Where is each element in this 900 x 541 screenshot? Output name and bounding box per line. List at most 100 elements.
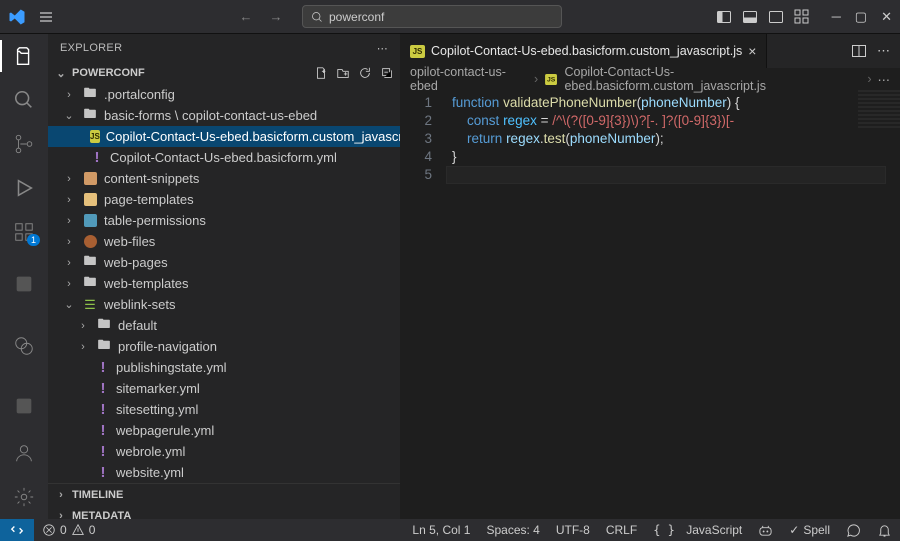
- chevron-right-icon: ›: [54, 489, 68, 501]
- tree-file[interactable]: !webpagerule.yml: [48, 420, 400, 441]
- warning-icon: [71, 523, 85, 537]
- hamburger-menu-icon[interactable]: [38, 9, 54, 25]
- section-label: METADATA: [72, 510, 131, 519]
- yml-file-icon: !: [96, 422, 110, 439]
- status-copilot-icon[interactable]: [750, 523, 781, 538]
- breadcrumb-item[interactable]: Copilot-Contact-Us-ebed.basicform.custom…: [564, 65, 861, 93]
- minimap[interactable]: [858, 90, 900, 130]
- activity-explorer-icon[interactable]: [12, 44, 36, 68]
- activity-settings-gear-icon[interactable]: [12, 485, 36, 509]
- breadcrumb-overflow: ⋯: [878, 72, 891, 87]
- layout-customize-icon[interactable]: [794, 9, 810, 25]
- folder-icon: [82, 234, 98, 250]
- chevron-down-icon: ⌄: [62, 298, 76, 311]
- remote-indicator[interactable]: [0, 519, 34, 541]
- activity-search-icon[interactable]: [12, 88, 36, 112]
- js-file-icon: JS: [410, 45, 425, 58]
- tree-file[interactable]: !Copilot-Contact-Us-ebed.basicform.yml: [48, 147, 400, 168]
- tree-folder[interactable]: ›table-permissions: [48, 210, 400, 231]
- chevron-right-icon: ›: [76, 320, 90, 332]
- tree-file[interactable]: !sitemarker.yml: [48, 378, 400, 399]
- maximize-icon[interactable]: ▢: [855, 9, 867, 25]
- activity-powerplatform-icon[interactable]: [12, 334, 36, 358]
- tree-label: publishingstate.yml: [116, 360, 227, 375]
- activity-generic-square-icon[interactable]: [12, 272, 36, 296]
- folder-icon: ☰: [82, 297, 98, 313]
- new-folder-icon[interactable]: [336, 66, 350, 80]
- explorer-more-icon[interactable]: ⋯: [377, 42, 388, 55]
- collapse-all-icon[interactable]: [380, 66, 394, 80]
- nav-forward-icon[interactable]: →: [264, 9, 288, 24]
- section-timeline[interactable]: ›TIMELINE: [48, 483, 400, 505]
- chevron-right-icon: ›: [62, 194, 76, 206]
- tree-folder[interactable]: ›🖿web-pages: [48, 252, 400, 273]
- error-icon: [42, 523, 56, 537]
- line-numbers: 1 2 3 4 5: [400, 94, 446, 184]
- status-eol[interactable]: CRLF: [598, 523, 645, 538]
- tree-file[interactable]: !sitesetting.yml: [48, 399, 400, 420]
- editor-more-icon[interactable]: ⋯: [877, 43, 890, 59]
- tree-folder[interactable]: ›🖿.portalconfig: [48, 84, 400, 105]
- tree-label: profile-navigation: [118, 339, 217, 354]
- explorer-title: EXPLORER: [60, 42, 122, 54]
- code-editor[interactable]: 1 2 3 4 5 function validatePhoneNumber(p…: [400, 90, 900, 519]
- close-icon[interactable]: ✕: [881, 9, 892, 25]
- minimize-icon[interactable]: ─: [832, 9, 841, 25]
- status-feedback-icon[interactable]: [838, 523, 869, 538]
- tree-label: table-permissions: [104, 213, 206, 228]
- search-text: powerconf: [329, 10, 384, 24]
- tree-folder[interactable]: ›content-snippets: [48, 168, 400, 189]
- tree-folder[interactable]: ⌄☰weblink-sets: [48, 294, 400, 315]
- tree-label: basic-forms \ copilot-contact-us-ebed: [104, 108, 317, 123]
- status-language[interactable]: { } JavaScript: [645, 523, 750, 538]
- status-notifications-icon[interactable]: [869, 523, 900, 538]
- tree-folder[interactable]: ›🖿web-templates: [48, 273, 400, 294]
- tree-folder[interactable]: ›page-templates: [48, 189, 400, 210]
- status-encoding[interactable]: UTF-8: [548, 523, 598, 538]
- tab-close-icon[interactable]: ×: [748, 43, 756, 59]
- editor-tabs: JS Copilot-Contact-Us-ebed.basicform.cus…: [400, 34, 900, 68]
- tree-file[interactable]: !webrole.yml: [48, 441, 400, 462]
- activity-run-debug-icon[interactable]: [12, 176, 36, 200]
- layout-panel-icon[interactable]: [742, 9, 758, 25]
- extensions-badge: 1: [27, 234, 40, 246]
- nav-back-icon[interactable]: ←: [234, 9, 258, 24]
- editor-tab[interactable]: JS Copilot-Contact-Us-ebed.basicform.cus…: [400, 34, 767, 68]
- section-metadata[interactable]: › METADATA: [48, 505, 400, 519]
- activity-account-icon[interactable]: [12, 441, 36, 465]
- folder-icon: 🖿: [82, 108, 98, 124]
- tree-folder[interactable]: ›🖿default: [48, 315, 400, 336]
- status-cursor[interactable]: Ln 5, Col 1: [404, 523, 478, 538]
- activity-extensions-icon[interactable]: 1: [12, 220, 36, 244]
- status-spell[interactable]: ✓ Spell: [781, 523, 838, 538]
- split-editor-icon[interactable]: [851, 43, 867, 59]
- tree-file[interactable]: ! publishingstate.yml: [48, 357, 400, 378]
- tree-folder[interactable]: ›🖿profile-navigation: [48, 336, 400, 357]
- layout-sidebar-left-icon[interactable]: [716, 9, 732, 25]
- command-center-search[interactable]: powerconf: [302, 5, 562, 28]
- tree-folder[interactable]: ›web-files: [48, 231, 400, 252]
- activity-source-control-icon[interactable]: [12, 132, 36, 156]
- status-indent[interactable]: Spaces: 4: [478, 523, 547, 538]
- yml-file-icon: !: [96, 359, 110, 376]
- tree-label: content-snippets: [104, 171, 199, 186]
- chevron-right-icon: ›: [54, 510, 68, 519]
- js-file-icon: JS: [90, 130, 100, 143]
- activity-bar: 1: [0, 34, 48, 519]
- tree-label: website.yml: [116, 465, 184, 480]
- section-root[interactable]: ⌄ POWERCONF: [48, 62, 400, 84]
- tree-file[interactable]: !website.yml: [48, 462, 400, 483]
- activity-generic-square2-icon[interactable]: [12, 394, 36, 418]
- new-file-icon[interactable]: [314, 66, 328, 80]
- folder-icon: [82, 213, 98, 229]
- layout-sidebar-right-icon[interactable]: [768, 9, 784, 25]
- chevron-right-icon: ›: [867, 72, 871, 86]
- breadcrumb[interactable]: opilot-contact-us-ebed › JS Copilot-Cont…: [400, 68, 900, 90]
- tree-folder[interactable]: ⌄🖿basic-forms \ copilot-contact-us-ebed: [48, 105, 400, 126]
- status-problems[interactable]: 0 0: [34, 523, 103, 537]
- breadcrumb-item[interactable]: opilot-contact-us-ebed: [410, 65, 528, 93]
- refresh-icon[interactable]: [358, 66, 372, 80]
- tree-file-selected[interactable]: JSCopilot-Contact-Us-ebed.basicform.cust…: [48, 126, 400, 147]
- folder-icon: 🖿: [96, 318, 112, 334]
- code-content[interactable]: function validatePhoneNumber(phoneNumber…: [452, 94, 900, 184]
